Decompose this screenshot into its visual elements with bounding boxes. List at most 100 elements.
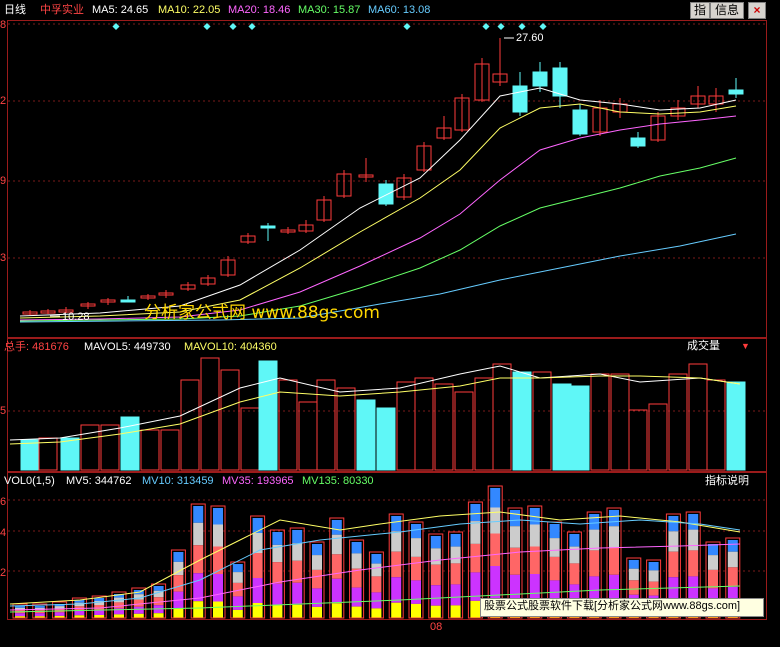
indicator-segment (688, 514, 699, 530)
indicator-segment (411, 580, 421, 604)
indicator-segment (708, 569, 718, 589)
indicator-segment (232, 596, 243, 610)
indicator-segment (411, 603, 421, 618)
indicator-segment (727, 551, 738, 568)
indicator-segment (232, 572, 243, 583)
indicator-segment (609, 547, 619, 575)
indicator-segment (430, 548, 441, 565)
volume-bar (20, 439, 40, 471)
indicator-segment (312, 606, 322, 618)
footer-link-bar[interactable]: 股票公式股票软件下载[分析家公式网www.88gs.com] (480, 598, 764, 617)
indicator-segment (549, 538, 560, 557)
volume-bar (688, 363, 708, 471)
indicator-segment (569, 563, 580, 585)
volume-bar (474, 377, 494, 471)
indicator-segment (371, 563, 382, 577)
chart-canvas[interactable]: 27.60 10.28 (0, 0, 780, 647)
volume-bar (706, 379, 726, 471)
indicator-segment (153, 597, 164, 606)
indicator-segment (312, 588, 322, 607)
indicator-segment (351, 587, 362, 607)
indicator-segment (688, 550, 699, 577)
indicator-segment (331, 554, 342, 579)
indicator-segment (490, 533, 501, 566)
indicator-segment (232, 609, 243, 618)
candle-body (260, 225, 276, 229)
indicator-segment (371, 608, 382, 618)
indicator-segment (708, 555, 718, 570)
signal-marker-icon (229, 22, 237, 31)
indicator-segment (213, 574, 223, 602)
indicator-segment (193, 573, 204, 602)
indicator-segment (252, 553, 263, 578)
indicator-segment (430, 536, 441, 549)
indicator-segment (470, 504, 481, 522)
indicator-segment (430, 605, 441, 618)
indicator-segment (628, 560, 639, 569)
indicator-segment (688, 529, 699, 551)
indicator-segment (213, 508, 223, 525)
indicator-segment (15, 613, 25, 617)
candle-body (378, 183, 394, 205)
volume-bar (454, 391, 474, 471)
indicator-segment (589, 514, 600, 530)
indicator-segment (312, 555, 322, 570)
volume-bar (648, 403, 668, 471)
indicator-segment (668, 516, 679, 532)
indicator-segment (490, 488, 501, 508)
volume-bar (532, 371, 552, 471)
indicator-segment (153, 613, 164, 618)
indicator-segment (391, 516, 402, 532)
indicator-segment (589, 529, 600, 551)
indicator-segment (549, 524, 560, 539)
indicator-segment (331, 520, 342, 535)
indicator-segment (272, 532, 283, 545)
volume-bar (610, 373, 630, 471)
volume-bar (258, 360, 278, 471)
indicator-segment (173, 552, 184, 562)
indicator-segment (411, 538, 421, 557)
date-axis-label: 08 (430, 621, 443, 633)
volume-bar (160, 429, 180, 471)
volume-bar (140, 429, 160, 471)
indicator-segment (153, 586, 164, 591)
low-price-label: 10.28 (62, 311, 90, 323)
indicator-segment (193, 522, 204, 546)
volume-bar (570, 385, 590, 471)
volume-bar (316, 379, 336, 471)
volume-bar (492, 363, 512, 471)
indicator-segment (351, 542, 362, 554)
indicator-segment (411, 556, 421, 581)
volume-bar (278, 379, 298, 471)
indicator-segment (628, 568, 639, 581)
indicator-segment (430, 585, 441, 606)
indicator-segment (213, 524, 223, 547)
indicator-segment (292, 530, 303, 544)
indicator-segment (430, 564, 441, 586)
indicator-segment (648, 570, 659, 582)
indicator-segment (648, 562, 659, 571)
volume-bar (240, 407, 260, 471)
volume-bar (100, 424, 120, 471)
high-price-label: 27.60 (516, 32, 544, 44)
indicator-segment (312, 569, 322, 589)
indicator-segment (391, 531, 402, 552)
volume-bar (220, 369, 240, 471)
indicator-segment (331, 603, 342, 618)
indicator-segment (34, 606, 45, 608)
indicator-segment (490, 566, 501, 599)
indicator-segment (351, 606, 362, 618)
indicator-segment (450, 534, 461, 547)
indicator-segment (708, 544, 718, 556)
candle-body (120, 299, 136, 303)
indicator-segment (34, 613, 45, 617)
indicator-segment (470, 600, 481, 618)
indicator-segment (74, 610, 85, 616)
volume-bar (668, 373, 688, 471)
indicator-segment (450, 584, 461, 606)
candle-body (728, 89, 744, 95)
indicator-segment (450, 563, 461, 585)
indicator-segment (252, 578, 263, 603)
indicator-segment (668, 531, 679, 552)
volume-bar (414, 377, 434, 471)
